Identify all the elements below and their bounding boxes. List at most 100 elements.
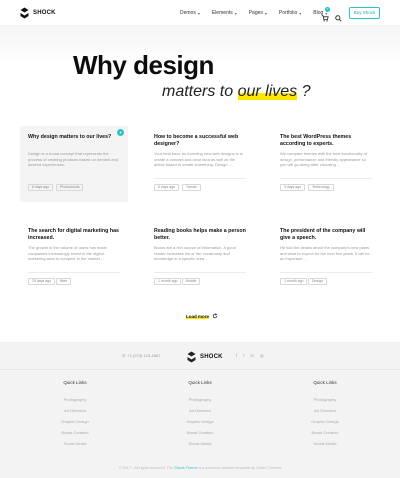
post-date-tag[interactable]: 25 days ago — [28, 278, 56, 285]
footer-link[interactable]: Art Direction — [295, 408, 355, 413]
hero-subtitle: matters to our lives ? — [162, 83, 311, 101]
post-card[interactable]: The best WordPress themes according to e… — [272, 126, 372, 202]
nav-demos[interactable]: Demos ▾ — [180, 10, 200, 16]
post-title[interactable]: The search for digital marketing has inc… — [28, 228, 120, 242]
post-excerpt: The growth in the volume of users has ma… — [28, 245, 107, 262]
site-footer: ✆ +1 (973) 123-4567 SHOCK f t in ig Quic… — [0, 342, 400, 478]
twitter-icon[interactable]: t — [243, 353, 244, 358]
chevron-down-icon: ▾ — [197, 10, 200, 16]
post-card[interactable]: The search for digital marketing has inc… — [20, 220, 120, 296]
post-date-tag[interactable]: 6 days ago — [154, 184, 180, 191]
logo-text: SHOCK — [33, 10, 56, 16]
post-category-tag[interactable]: Design — [308, 278, 327, 285]
post-title[interactable]: The best WordPress themes according to e… — [280, 134, 372, 148]
footer-link[interactable]: Photography — [170, 397, 230, 402]
post-category-tag[interactable]: Mobile — [182, 278, 201, 285]
footer-column: Quick Links Photography Art Direction Gr… — [45, 380, 105, 452]
post-date-tag[interactable]: 9 days ago — [280, 184, 306, 191]
post-category-tag[interactable]: Technology — [308, 184, 334, 191]
post-card[interactable]: Reading books helps make a person better… — [146, 220, 246, 296]
footer-link[interactable]: Brand Creation — [295, 430, 355, 435]
main-nav: Demos ▾ Elements ▾ Pages ▾ Portfolio ▾ Blog ▾ — [180, 10, 327, 16]
load-more-button[interactable]: Load more — [186, 313, 218, 319]
footer-link[interactable]: Graphic Design — [170, 419, 230, 424]
nav-pages[interactable]: Pages ▾ — [249, 10, 267, 16]
footer-link[interactable]: Art Direction — [170, 408, 230, 413]
footer-link[interactable]: Social Media — [295, 441, 355, 446]
copyright-brand-link[interactable]: Shock Theme — [174, 466, 197, 470]
chevron-down-icon: ▾ — [264, 10, 267, 16]
nav-pages-label: Pages — [248, 10, 263, 16]
phone-number: +1 (973) 123-4567 — [127, 353, 161, 358]
post-card[interactable]: How to become a successful web designer?… — [146, 126, 246, 202]
footer-column-title: Quick Links — [313, 380, 337, 385]
phone-icon: ✆ — [122, 353, 126, 358]
post-category-tag[interactable]: Web — [56, 278, 72, 285]
post-excerpt: Design is a broad concept that represent… — [28, 151, 119, 168]
post-title[interactable]: How to become a successful web designer? — [154, 134, 246, 148]
post-category-tag[interactable]: Photoshoots — [56, 184, 84, 191]
load-more-label: Load more — [186, 313, 210, 319]
post-title[interactable]: Reading books helps make a person better… — [154, 228, 246, 242]
nav-portfolio-label: Portfolio — [278, 10, 298, 16]
post-card[interactable]: ✦ Why design matters to our lives? Desig… — [20, 126, 128, 202]
divider — [28, 272, 120, 273]
instagram-icon[interactable]: ig — [260, 353, 264, 358]
buy-button[interactable]: Buy Shock — [349, 7, 380, 19]
post-excerpt: We compare themes with the best function… — [280, 151, 368, 168]
nav-elements[interactable]: Elements ▾ — [212, 10, 237, 16]
post-card[interactable]: The president of the company will give a… — [272, 220, 372, 296]
search-button[interactable] — [335, 9, 342, 22]
post-excerpt: Books are a rich source of information. … — [154, 245, 236, 262]
nav-portfolio[interactable]: Portfolio ▾ — [279, 10, 301, 16]
nav-elements-label: Elements — [211, 10, 233, 16]
social-links: f t in ig — [236, 353, 264, 358]
divider — [154, 272, 246, 273]
footer-logo-text: SHOCK — [200, 354, 223, 360]
hero-subtitle-post: ? — [297, 83, 311, 100]
page: { "header": { "logo_text": "SHOCK", "nav… — [0, 0, 400, 478]
search-icon — [335, 15, 342, 22]
cart-button[interactable]: 0 — [321, 7, 330, 22]
hero-subtitle-pre: matters to — [162, 83, 238, 100]
footer-top-bar: ✆ +1 (973) 123-4567 SHOCK f t in ig — [0, 342, 400, 370]
facebook-icon[interactable]: f — [236, 353, 237, 358]
copyright-pre: © 2017 - All rights reserved. The — [118, 466, 175, 470]
footer-link[interactable]: Social Media — [45, 441, 105, 446]
footer-link[interactable]: Photography — [45, 397, 105, 402]
footer-phone[interactable]: ✆ +1 (973) 123-4567 — [122, 353, 160, 358]
post-category-tag[interactable]: Trends — [182, 184, 201, 191]
footer-link[interactable]: Social Media — [170, 441, 230, 446]
footer-logo[interactable]: SHOCK — [186, 351, 223, 363]
chevron-down-icon: ▾ — [299, 10, 302, 16]
footer-column-title: Quick Links — [63, 380, 87, 385]
footer-link[interactable]: Graphic Design — [295, 419, 355, 424]
footer-column-title: Quick Links — [188, 380, 212, 385]
footer-link[interactable]: Photography — [295, 397, 355, 402]
footer-link[interactable]: Graphic Design — [45, 419, 105, 424]
hero-subtitle-highlight: our lives — [237, 83, 298, 100]
linkedin-icon[interactable]: in — [251, 353, 255, 358]
post-title[interactable]: The president of the company will give a… — [280, 228, 372, 242]
footer-column: Quick Links Photography Art Direction Gr… — [170, 380, 230, 452]
divider — [280, 178, 372, 179]
cart-count-badge: 0 — [325, 7, 330, 12]
post-date-tag[interactable]: 1 month ago — [154, 278, 182, 285]
copyright: © 2017 - All rights reserved. The Shock … — [0, 466, 400, 470]
cart-icon — [321, 15, 329, 22]
nav-demos-label: Demos — [180, 10, 196, 16]
site-header: SHOCK Demos ▾ Elements ▾ Pages ▾ Portfolio ▾… — [0, 0, 400, 26]
hero-title: Why design — [73, 50, 214, 80]
refresh-icon — [212, 313, 218, 319]
logo-mark-icon — [187, 351, 196, 363]
footer-link[interactable]: Art Direction — [45, 408, 105, 413]
post-date-tag[interactable]: 6 days ago — [28, 184, 54, 191]
divider — [280, 272, 372, 273]
logo[interactable]: SHOCK — [19, 7, 56, 19]
post-date-tag[interactable]: 1 month ago — [280, 278, 308, 285]
footer-link[interactable]: Brand Creation — [45, 430, 105, 435]
footer-link[interactable]: Brand Creation — [170, 430, 230, 435]
post-excerpt: He told the details about the company's … — [280, 245, 370, 262]
post-title[interactable]: Why design matters to our lives? — [28, 134, 120, 141]
copyright-post: is a premium website template by Solfex … — [197, 466, 282, 470]
